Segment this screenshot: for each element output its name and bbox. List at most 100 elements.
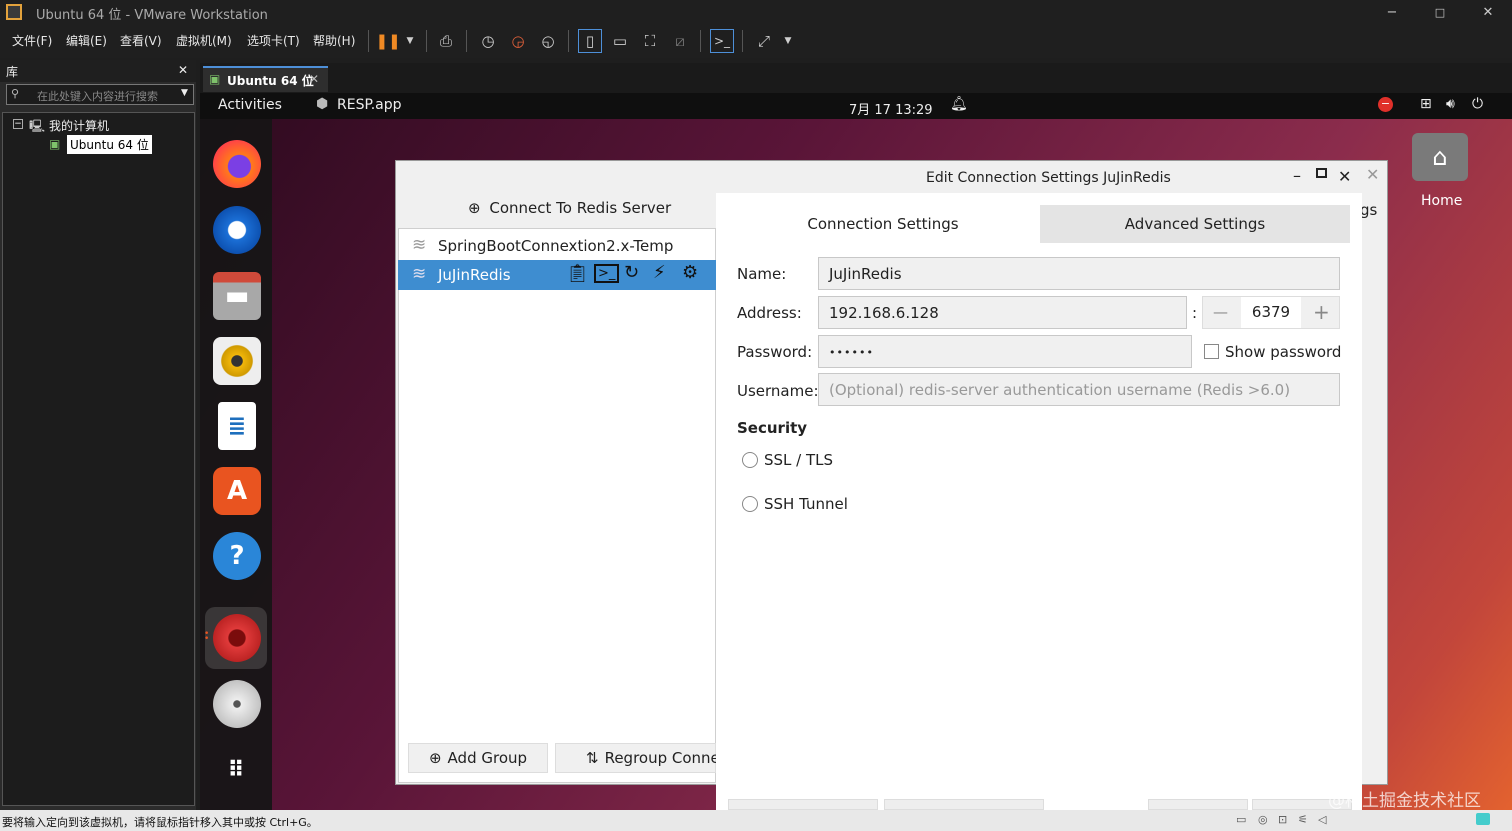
settings-gear-icon[interactable]: ⚙︎	[682, 262, 698, 283]
writer-icon[interactable]: ≣	[218, 402, 256, 450]
revert-snapshot-icon[interactable]: ◶	[506, 29, 530, 53]
dialog-title: Edit Connection Settings JuJinRedis	[926, 170, 1171, 186]
app-menu-label[interactable]: RESP.app	[337, 97, 402, 113]
dialog-maximize-icon[interactable]	[1316, 168, 1327, 178]
address-port-separator: :	[1192, 304, 1198, 322]
cdrom-icon[interactable]: ◎	[1258, 813, 1268, 826]
dvd-icon[interactable]	[213, 680, 261, 728]
files-icon[interactable]: ▬	[213, 272, 261, 320]
pause-dropdown-icon[interactable]: ▼	[398, 29, 422, 53]
console-view-icon[interactable]: >_	[710, 29, 734, 53]
hdd-icon[interactable]: ▭	[1236, 813, 1246, 826]
resp-dock-icon[interactable]	[213, 614, 261, 662]
thunderbird-icon[interactable]	[213, 206, 261, 254]
username-field[interactable]: (Optional) redis-server authentication u…	[818, 373, 1340, 406]
sort-arrows-icon: ⇅	[586, 749, 599, 767]
port-input[interactable]: 6379	[1241, 297, 1301, 328]
network-icon[interactable]: ⊞	[1420, 96, 1432, 112]
menu-edit[interactable]: 编辑(E)	[66, 32, 107, 49]
regroup-connections-button[interactable]: ⇅ Regroup Conne	[555, 743, 720, 773]
ssl-tls-label: SSL / TLS	[764, 451, 834, 469]
menu-help[interactable]: 帮助(H)	[313, 32, 355, 49]
vm-tab-strip	[200, 63, 1512, 93]
password-label: Password:	[737, 343, 813, 361]
stretch-icon[interactable]: ⤢	[752, 29, 776, 53]
computer-icon: 🖳	[29, 119, 46, 133]
connection-item-selected[interactable]: ≋ JuJinRedis 📋︎ >_ ↻ ⚡︎ ⚙︎	[398, 260, 716, 290]
menu-tabs[interactable]: 选项卡(T)	[247, 32, 300, 49]
show-password-checkbox[interactable]	[1204, 344, 1219, 359]
tree-vm-item[interactable]: Ubuntu 64 位	[67, 135, 152, 154]
chevron-down-icon[interactable]: ▼	[181, 88, 188, 98]
bottom-button-partial[interactable]	[1148, 799, 1248, 810]
library-view-icon[interactable]: ▯	[578, 29, 602, 53]
unity-icon[interactable]: ⧄	[668, 29, 692, 53]
home-label: Home	[1421, 193, 1463, 209]
menu-view[interactable]: 查看(V)	[120, 32, 162, 49]
stretch-dropdown-icon[interactable]: ▼	[776, 29, 800, 53]
dialog-minimize-icon[interactable]: –	[1293, 166, 1301, 185]
rhythmbox-icon[interactable]	[213, 337, 261, 385]
volume-icon[interactable]: 🔊︎	[1446, 96, 1455, 112]
usb-icon[interactable]: ⚟	[1298, 813, 1308, 826]
tab-connection-settings[interactable]: Connection Settings	[730, 205, 1036, 243]
snapshot-icon[interactable]: ◷	[476, 29, 500, 53]
status-bar: 要将输入定向到该虚拟机，请将鼠标指针移入其中或按 Ctrl+G。 ▭ ◎ ⊡ ⚟…	[0, 810, 1512, 831]
add-group-button[interactable]: ⊕ Add Group	[408, 743, 548, 773]
menu-file[interactable]: 文件(F)	[12, 32, 52, 49]
vm-tab[interactable]: ▣ Ubuntu 64 位 ✕	[203, 66, 328, 92]
ssl-tls-radio[interactable]	[742, 452, 758, 468]
reload-icon[interactable]: ↻	[624, 262, 639, 283]
show-apps-icon[interactable]: ⠿	[213, 746, 261, 794]
message-icon[interactable]	[1476, 813, 1490, 825]
power-icon[interactable]: ⏻	[1472, 96, 1483, 112]
port-decrement-button[interactable]: —	[1213, 303, 1228, 321]
library-search-placeholder: 在此处键入内容进行搜索	[37, 90, 158, 103]
vm-tab-close-icon[interactable]: ✕	[309, 72, 319, 86]
home-folder-icon[interactable]: ⌂	[1412, 133, 1468, 181]
collapse-icon[interactable]: −	[13, 119, 23, 129]
pause-icon[interactable]: ❚❚	[375, 29, 400, 53]
tree-root-label[interactable]: 我的计算机	[49, 117, 109, 134]
terminal-icon[interactable]: >_	[594, 264, 620, 283]
menu-vm[interactable]: 虚拟机(M)	[176, 32, 232, 49]
snapshot-manager-icon[interactable]: ◵	[536, 29, 560, 53]
dialog-close-icon[interactable]: ✕	[1338, 167, 1351, 186]
bottom-button-partial[interactable]	[728, 799, 878, 810]
help-icon[interactable]: ?	[213, 532, 261, 580]
connection-tree	[398, 228, 716, 783]
name-field[interactable]: JuJinRedis	[818, 257, 1340, 290]
firefox-icon[interactable]	[213, 140, 261, 188]
bottom-button-partial[interactable]	[884, 799, 1044, 810]
maximize-button[interactable]: □	[1416, 0, 1464, 24]
library-search-input[interactable]: ⚲ 在此处键入内容进行搜索 ▼	[6, 84, 194, 105]
tab-advanced-settings[interactable]: Advanced Settings	[1040, 205, 1350, 243]
port-increment-button[interactable]: +	[1313, 300, 1330, 324]
stack-icon: ≋	[412, 235, 427, 255]
security-heading: Security	[737, 419, 808, 437]
close-button[interactable]: ✕	[1464, 0, 1512, 24]
clipboard-icon[interactable]: 📋︎	[566, 263, 589, 284]
name-label: Name:	[737, 265, 787, 283]
password-field[interactable]: ••••••	[818, 335, 1192, 368]
disconnect-icon[interactable]: ⚡︎	[653, 262, 666, 283]
thumbnail-view-icon[interactable]: ▭	[608, 29, 632, 53]
ssh-tunnel-radio[interactable]	[742, 496, 758, 512]
minimize-button[interactable]: −	[1368, 0, 1416, 24]
fullscreen-icon[interactable]: ⛶	[638, 29, 662, 53]
title-bar: Ubuntu 64 位 - VMware Workstation − □ ✕	[0, 0, 1512, 24]
status-text: 要将输入定向到该虚拟机，请将鼠标指针移入其中或按 Ctrl+G。	[2, 816, 318, 829]
software-center-icon[interactable]: A	[213, 467, 261, 515]
activities-button[interactable]: Activities	[218, 97, 282, 113]
sound-icon[interactable]: ◁	[1318, 813, 1326, 826]
clock[interactable]: 7月 17 13:29	[849, 99, 933, 118]
connect-to-redis-button[interactable]: ⊕ Connect To Redis Server	[468, 199, 671, 217]
library-title: 库	[6, 65, 19, 79]
connection-item[interactable]: ≋ SpringBootConnextion2.x-Temp	[398, 231, 716, 261]
network-adapter-icon[interactable]: ⊡	[1278, 813, 1287, 826]
no-entry-icon[interactable]: −	[1378, 97, 1393, 112]
send-keys-icon[interactable]: ⎙	[434, 29, 458, 53]
port-stepper: — 6379 +	[1202, 296, 1340, 329]
library-close-icon[interactable]: ✕	[178, 63, 188, 77]
address-field[interactable]: 192.168.6.128	[818, 296, 1187, 329]
